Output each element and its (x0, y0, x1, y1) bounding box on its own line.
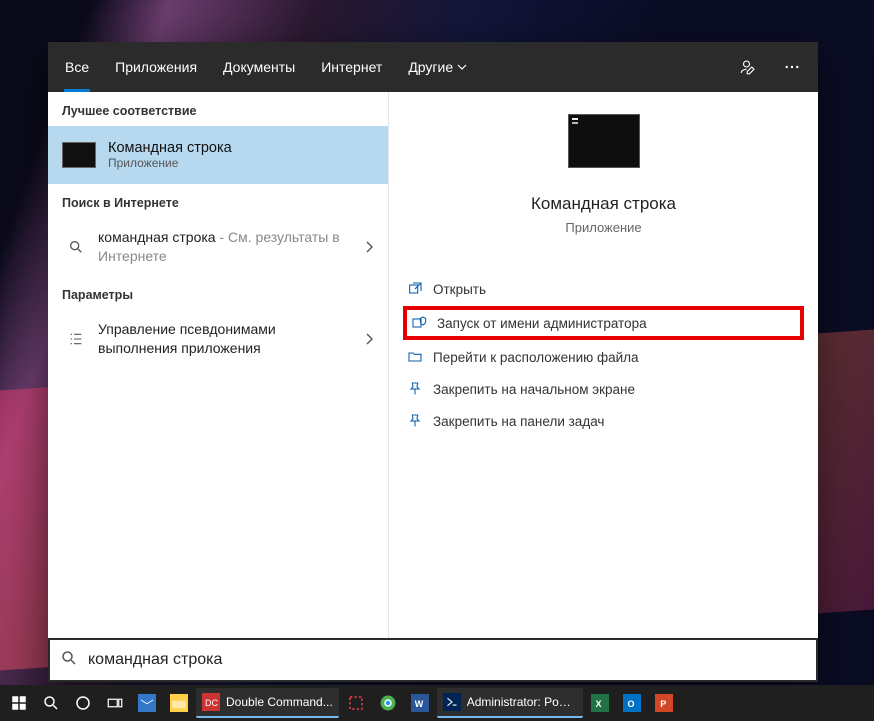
preview-thumb-icon (568, 114, 640, 168)
start-search-panel: Все Приложения Документы Интернет Другие… (48, 42, 818, 682)
cortana-button[interactable] (68, 688, 98, 718)
svg-text:W: W (414, 699, 423, 709)
taskbar-app-powershell[interactable]: Administrator: Pow... (437, 688, 583, 718)
tab-internet[interactable]: Интернет (308, 42, 395, 92)
feedback-icon[interactable] (726, 42, 770, 92)
chevron-right-icon (364, 241, 374, 253)
action-pin-start-label: Закрепить на начальном экране (433, 382, 635, 397)
preview-title: Командная строка (389, 194, 818, 214)
action-open-location-label: Перейти к расположению файла (433, 350, 639, 365)
tab-more-label: Другие (408, 59, 453, 75)
search-icon (60, 649, 78, 672)
search-input-row[interactable] (48, 638, 818, 682)
taskbar-label-dc: Double Command... (226, 695, 333, 709)
svg-text:X: X (595, 699, 601, 709)
taskbar-app-outlook[interactable]: O (617, 688, 647, 718)
best-match-title: Командная строка (108, 140, 232, 156)
action-run-admin-highlight: Запуск от имени администратора (403, 306, 804, 340)
action-pin-taskbar-label: Закрепить на панели задач (433, 414, 604, 429)
chevron-right-icon (364, 333, 374, 345)
action-pin-taskbar[interactable]: Закрепить на панели задач (389, 405, 818, 437)
svg-text:O: O (627, 699, 634, 709)
tab-all[interactable]: Все (52, 42, 102, 92)
svg-text:DC: DC (205, 698, 218, 708)
action-run-admin[interactable]: Запуск от имени администратора (411, 310, 800, 336)
taskbar-app-chrome[interactable] (373, 688, 403, 718)
settings-result-text: Управление псевдонимами выполнения прило… (98, 320, 374, 358)
task-view-button[interactable] (100, 688, 130, 718)
search-input[interactable] (88, 651, 806, 669)
taskbar-app-mail[interactable] (132, 688, 162, 718)
web-result-text: командная строка - См. результаты в Инте… (98, 228, 374, 266)
start-button[interactable] (4, 688, 34, 718)
best-match-header: Лучшее соответствие (48, 92, 388, 126)
pin-taskbar-icon (407, 413, 433, 429)
action-open-location[interactable]: Перейти к расположению файла (389, 341, 818, 373)
action-open[interactable]: Открыть (389, 273, 818, 305)
tab-apps[interactable]: Приложения (102, 42, 210, 92)
alias-settings-icon (62, 331, 90, 347)
action-pin-start[interactable]: Закрепить на начальном экране (389, 373, 818, 405)
preview-subtitle: Приложение (389, 220, 818, 235)
preview-actions: Открыть Запуск от имени администратора П… (389, 273, 818, 437)
web-search-result[interactable]: командная строка - См. результаты в Инте… (48, 218, 388, 276)
chevron-down-icon (457, 62, 467, 72)
tab-more[interactable]: Другие (395, 42, 480, 92)
folder-icon (407, 349, 433, 365)
preview-pane: Командная строка Приложение Открыть Запу… (388, 92, 818, 638)
cmd-thumb-icon (62, 142, 96, 168)
taskbar: DC Double Command... W Administrator: Po… (0, 685, 874, 721)
taskbar-app-powerpoint[interactable]: P (649, 688, 679, 718)
taskbar-app-explorer[interactable] (164, 688, 194, 718)
search-icon (62, 239, 90, 255)
taskbar-search-button[interactable] (36, 688, 66, 718)
taskbar-app-snip[interactable] (341, 688, 371, 718)
more-options-icon[interactable] (770, 42, 814, 92)
settings-result[interactable]: Управление псевдонимами выполнения прило… (48, 310, 388, 368)
results-left-pane: Лучшее соответствие Командная строка При… (48, 92, 388, 638)
action-run-admin-label: Запуск от имени администратора (437, 316, 647, 331)
open-icon (407, 281, 433, 297)
best-match-subtitle: Приложение (108, 156, 232, 170)
shield-run-icon (411, 315, 437, 331)
best-match-result[interactable]: Командная строка Приложение (48, 126, 388, 184)
taskbar-app-word[interactable]: W (405, 688, 435, 718)
web-search-header: Поиск в Интернете (48, 184, 388, 218)
action-open-label: Открыть (433, 282, 486, 297)
search-tabs: Все Приложения Документы Интернет Другие (48, 42, 818, 92)
taskbar-label-ps: Administrator: Pow... (467, 695, 577, 709)
settings-header: Параметры (48, 276, 388, 310)
taskbar-app-double-commander[interactable]: DC Double Command... (196, 688, 339, 718)
tab-documents[interactable]: Документы (210, 42, 308, 92)
taskbar-app-excel[interactable]: X (585, 688, 615, 718)
svg-text:P: P (660, 699, 666, 709)
pin-start-icon (407, 381, 433, 397)
